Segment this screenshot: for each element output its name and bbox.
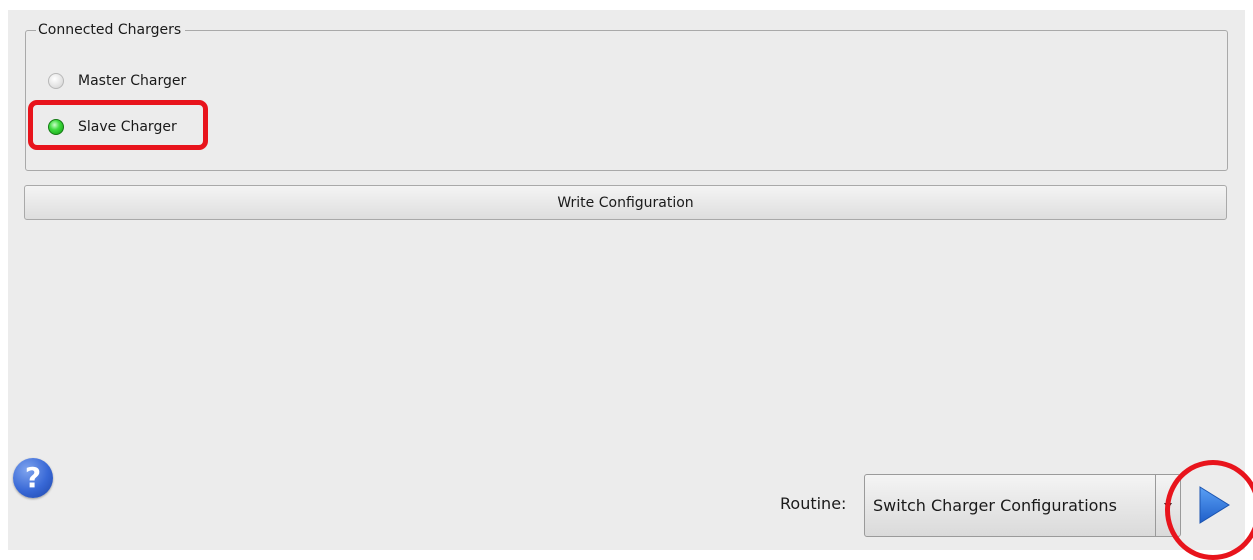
connected-chargers-group: Connected Chargers Master Charger Slave … [25, 21, 1228, 171]
connected-chargers-title: Connected Chargers [36, 21, 186, 39]
routine-select[interactable]: Switch Charger Configurations [864, 474, 1181, 537]
slave-charger-label: Slave Charger [78, 119, 177, 135]
routine-select-dropdown[interactable] [1155, 475, 1180, 536]
dropdown-arrow-icon [1164, 502, 1172, 509]
led-off-icon [48, 73, 64, 89]
master-charger-label: Master Charger [78, 73, 187, 89]
charger-config-window: Connected Chargers Master Charger Slave … [8, 10, 1253, 560]
routine-label: Routine: [780, 494, 847, 513]
routine-select-value: Switch Charger Configurations [873, 496, 1117, 515]
led-on-icon [48, 119, 64, 135]
write-configuration-button[interactable]: Write Configuration [24, 185, 1227, 220]
master-charger-indicator: Master Charger [48, 69, 186, 93]
play-icon[interactable] [1197, 485, 1231, 525]
help-icon[interactable]: ? [13, 458, 53, 498]
slave-charger-indicator: Slave Charger [48, 115, 177, 139]
